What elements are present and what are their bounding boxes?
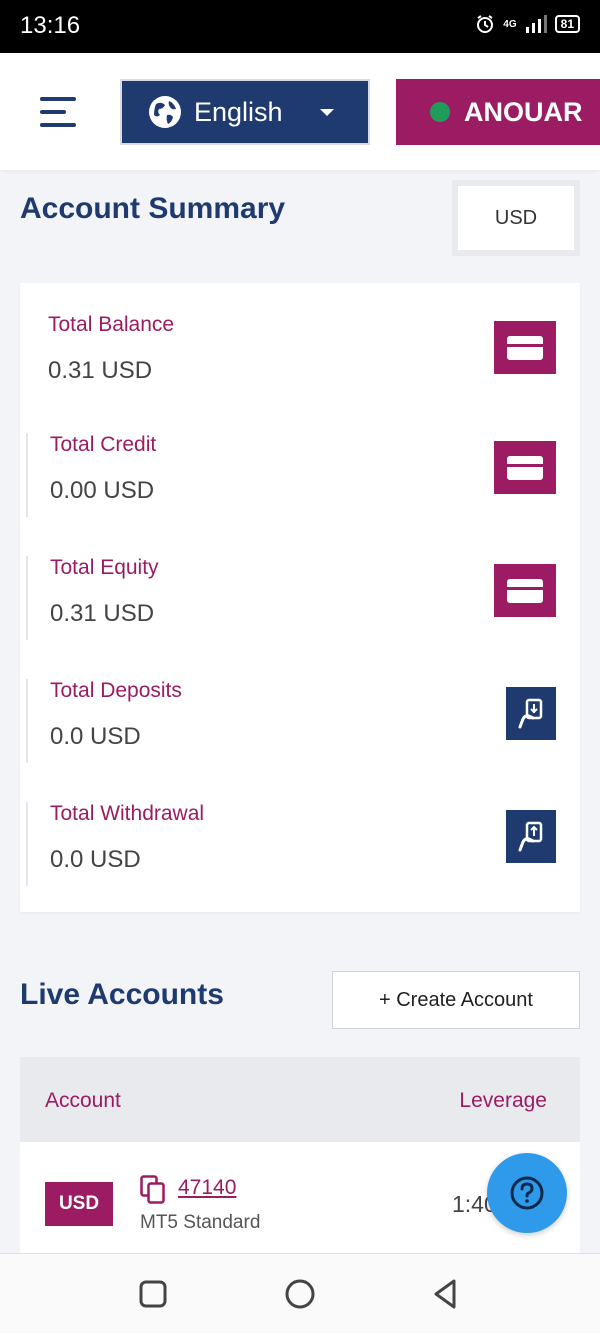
summary-card: Total Balance 0.31 USD Total Credit 0.00… — [20, 283, 580, 912]
account-summary-title: Account Summary — [20, 192, 286, 225]
status-icons: 4G 81 — [475, 14, 580, 34]
metric-value: 0.31 USD — [50, 600, 155, 627]
app-header: English ANOUAR — [0, 53, 600, 170]
metric-label: Total Credit — [50, 433, 157, 456]
recent-apps-icon[interactable] — [135, 1276, 171, 1312]
metric-value: 0.00 USD — [50, 477, 155, 504]
metric-value: 0.0 USD — [50, 846, 141, 873]
status-bar: 13:16 4G 81 — [0, 0, 600, 53]
question-icon — [510, 1176, 544, 1210]
deposit-icon — [506, 687, 556, 740]
battery-indicator: 81 — [554, 15, 580, 33]
chevron-down-icon — [320, 109, 334, 116]
currency-badge: USD — [45, 1182, 113, 1226]
table-header: Account Leverage — [20, 1057, 580, 1142]
live-accounts-title: Live Accounts — [20, 978, 224, 1011]
help-button[interactable] — [487, 1153, 567, 1233]
column-header-account: Account — [45, 1089, 121, 1112]
metric-total-balance: Total Balance 0.31 USD — [26, 313, 556, 397]
credit-card-icon — [494, 321, 556, 374]
metric-label: Total Equity — [50, 556, 159, 579]
globe-icon — [149, 96, 181, 128]
metric-label: Total Withdrawal — [50, 802, 205, 825]
accounts-table: Account Leverage USD 47140 MT5 Standard … — [20, 1057, 580, 1253]
copy-icon[interactable] — [140, 1175, 166, 1205]
alarm-icon — [477, 15, 494, 33]
online-status-dot — [430, 102, 450, 122]
system-nav-bar — [0, 1253, 600, 1333]
metric-total-equity: Total Equity 0.31 USD — [26, 556, 556, 640]
create-account-button[interactable]: + Create Account — [332, 971, 580, 1029]
credit-card-icon — [494, 441, 556, 494]
metric-total-withdrawal: Total Withdrawal 0.0 USD — [26, 802, 556, 886]
metric-total-credit: Total Credit 0.00 USD — [26, 433, 556, 517]
user-name: ANOUAR — [464, 96, 583, 127]
menu-icon[interactable] — [40, 95, 80, 129]
account-type: MT5 Standard — [140, 1212, 261, 1233]
back-icon[interactable] — [428, 1276, 464, 1312]
language-label: English — [194, 96, 283, 127]
metric-label: Total Balance — [48, 313, 175, 336]
user-menu-button[interactable]: ANOUAR — [396, 79, 600, 145]
account-number-link[interactable]: 47140 — [178, 1176, 236, 1200]
withdrawal-icon — [506, 810, 556, 863]
metric-value: 0.31 USD — [48, 357, 153, 384]
currency-select[interactable]: USD — [452, 180, 580, 256]
network-type: 4G — [503, 18, 517, 30]
metric-total-deposits: Total Deposits 0.0 USD — [26, 679, 556, 763]
home-icon[interactable] — [282, 1276, 318, 1312]
status-time: 13:16 — [20, 12, 81, 39]
credit-card-icon — [494, 564, 556, 617]
metric-label: Total Deposits — [50, 679, 182, 702]
column-header-leverage: Leverage — [459, 1089, 547, 1112]
signal-icon — [525, 15, 547, 33]
metric-value: 0.0 USD — [50, 723, 141, 750]
language-select[interactable]: English — [120, 79, 370, 145]
